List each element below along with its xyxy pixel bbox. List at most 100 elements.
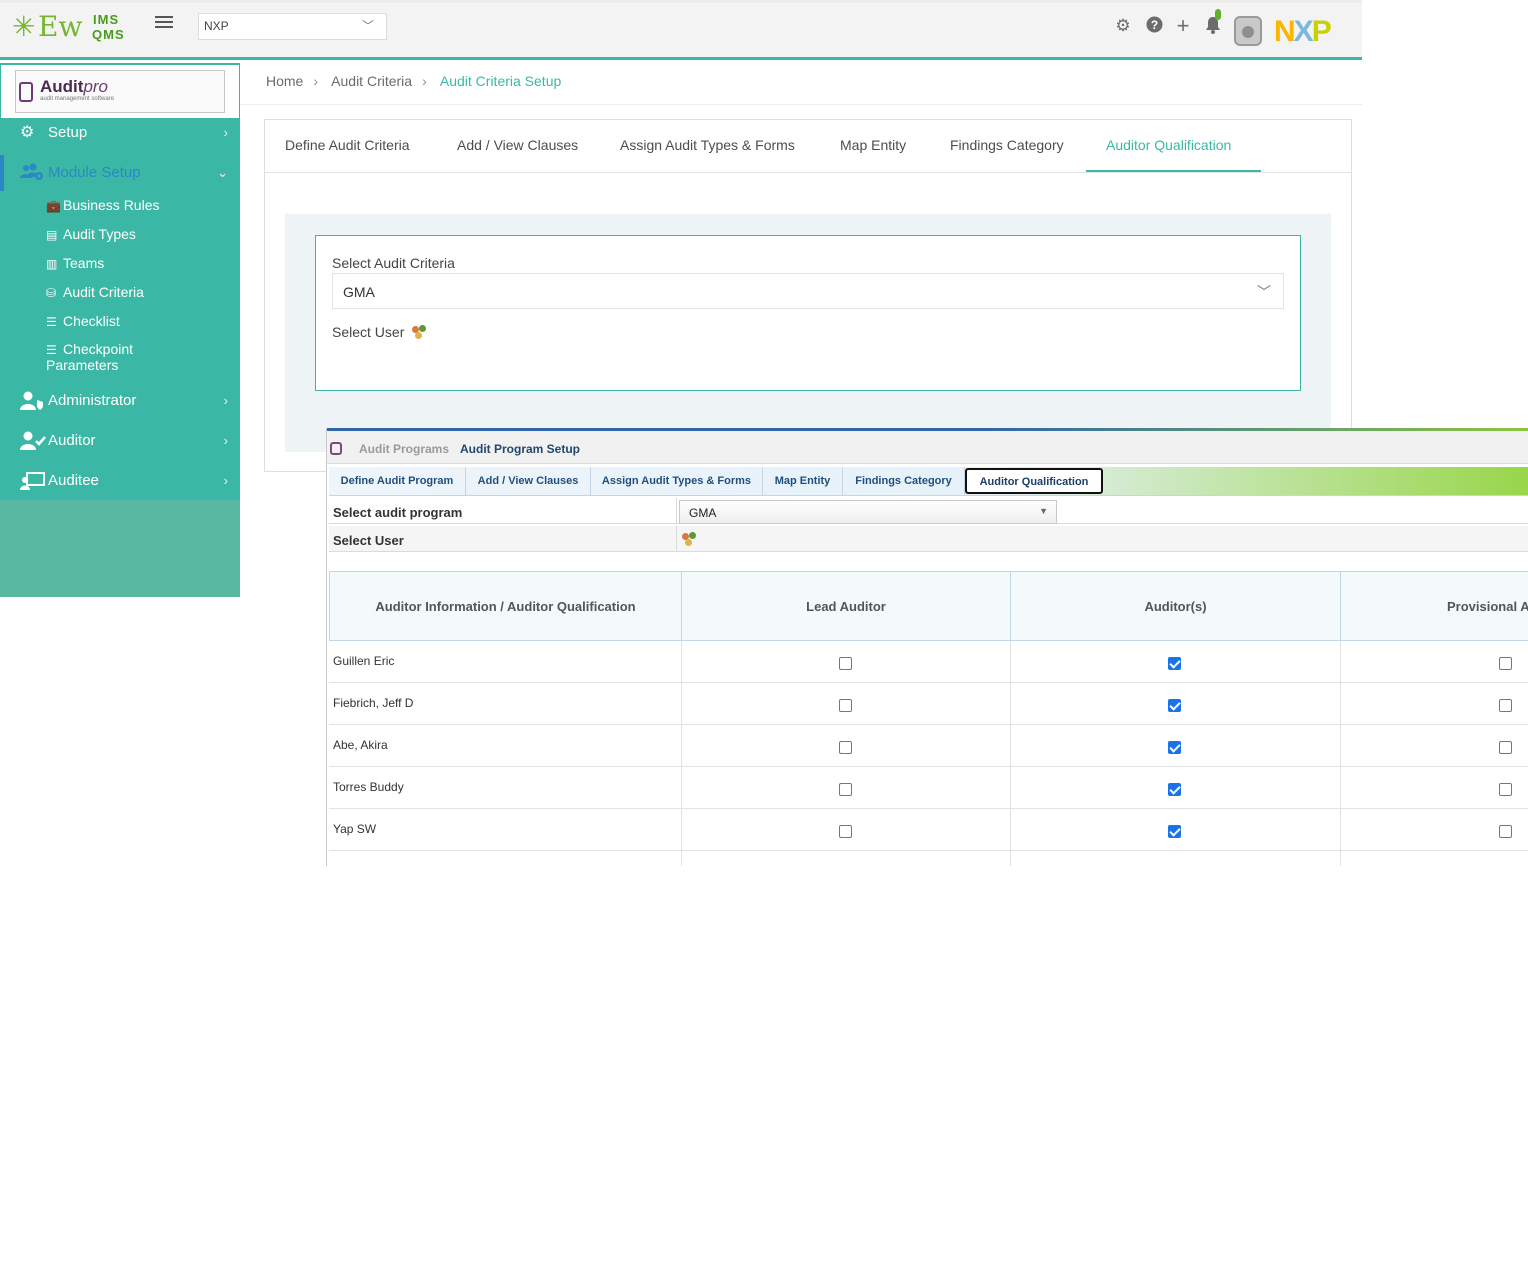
provisional-auditor-checkbox[interactable] [1499, 783, 1512, 796]
notification-badge [1215, 9, 1221, 20]
legacy-breadcrumb: Audit Programs Audit Program Setup [327, 431, 1528, 464]
legacy-tab-auditor-qualification[interactable]: Auditor Qualification [965, 468, 1103, 494]
menu-toggle-icon[interactable] [155, 13, 173, 29]
user-picker-icon[interactable] [682, 532, 698, 546]
tab-auditor-qualification[interactable]: Auditor Qualification [1106, 137, 1231, 153]
chalkboard-user-icon [20, 471, 45, 491]
tab-bar: Define Audit Criteria Add / View Clauses… [265, 120, 1351, 173]
auditor-name: Yap SW [333, 822, 377, 836]
sidebar-subitem-teams[interactable]: ▥ Teams [46, 255, 104, 271]
tasks-icon: ☰ [46, 343, 57, 357]
select-user-label: Select User [332, 324, 405, 340]
legacy-program-row: Select audit program GMA ▼ [329, 498, 1528, 524]
gear-icon[interactable]: ⚙ [1113, 16, 1133, 36]
divider [240, 104, 1362, 105]
audit-program-select[interactable]: GMA ▼ [679, 500, 1057, 524]
plus-icon[interactable]: + [1173, 15, 1193, 37]
legacy-tab-findings-category[interactable]: Findings Category [843, 467, 965, 495]
select-user-row: Select User [332, 324, 428, 340]
auditor-checkbox[interactable] [1168, 657, 1181, 670]
building-icon: ▥ [46, 257, 58, 271]
gear-icon: ⚙ [20, 124, 35, 141]
sidebar-item-administrator[interactable]: Administrator › [0, 383, 240, 419]
user-shield-icon [20, 391, 43, 411]
table-row: Abe, Akira [329, 725, 1528, 767]
clipboard-icon[interactable] [330, 442, 342, 455]
legacy-tab-add-view-clauses[interactable]: Add / View Clauses [466, 467, 591, 495]
legacy-tab-map-entity[interactable]: Map Entity [763, 467, 843, 495]
chevron-right-icon: › [422, 73, 427, 89]
sidebar-subitem-audit-types[interactable]: ▤ Audit Types [46, 226, 136, 242]
sidebar-item-setup[interactable]: ⚙ Setup › [0, 115, 240, 151]
table-row: Fiebrich, Jeff D [329, 683, 1528, 725]
organization-select-value: NXP [204, 19, 229, 33]
tab-define-audit-criteria[interactable]: Define Audit Criteria [285, 137, 410, 153]
auditpro-logo: Auditpro audit management software [1, 65, 239, 118]
audit-criteria-label: Select Audit Criteria [332, 255, 455, 271]
sidebar-item-auditee[interactable]: Auditee › [0, 463, 240, 499]
sidebar-subitem-audit-criteria[interactable]: ⛁ Audit Criteria [46, 284, 144, 300]
setup-card: Define Audit Criteria Add / View Clauses… [264, 119, 1352, 472]
legacy-tab-assign-audit-types-forms[interactable]: Assign Audit Types & Forms [591, 467, 763, 495]
lead-auditor-checkbox[interactable] [839, 699, 852, 712]
organization-select[interactable]: NXP ﹀ [198, 13, 387, 40]
auditor-checkbox[interactable] [1168, 699, 1181, 712]
tab-map-entity[interactable]: Map Entity [840, 137, 906, 153]
logo-text: Ew [38, 10, 83, 43]
legacy-screenshot-overlay: Audit Programs Audit Program Setup Defin… [326, 428, 1528, 866]
auditor-checkbox[interactable] [1168, 741, 1181, 754]
auditor-checkbox[interactable] [1168, 825, 1181, 838]
help-icon[interactable]: ? [1144, 16, 1164, 36]
audit-criteria-select[interactable]: GMA ﹀ [332, 273, 1284, 309]
tab-assign-audit-types-forms[interactable]: Assign Audit Types & Forms [620, 137, 795, 153]
auditor-name: Guillen Eric [333, 654, 395, 668]
user-picker-icon[interactable] [412, 325, 428, 339]
col-auditor-information: Auditor Information / Auditor Qualificat… [330, 572, 682, 640]
ewqms-logo[interactable]: ✳ Ew IMS QMS [12, 10, 124, 51]
sidebar-item-module-setup[interactable]: Module Setup ⌄ [0, 155, 240, 191]
select-audit-program-label: Select audit program [329, 498, 677, 523]
table-row: Torres Buddy [329, 767, 1528, 809]
provisional-auditor-checkbox[interactable] [1499, 741, 1512, 754]
chevron-right-icon: › [223, 125, 228, 140]
col-auditors: Auditor(s) [1011, 572, 1341, 640]
sidebar-footer [0, 500, 240, 597]
auditor-name: Fiebrich, Jeff D [333, 696, 414, 710]
sidebar-item-auditor[interactable]: Auditor › [0, 423, 240, 459]
chevron-right-icon: › [313, 73, 319, 89]
tab-findings-category[interactable]: Findings Category [950, 137, 1064, 153]
legacy-breadcrumb-parent[interactable]: Audit Programs [359, 442, 449, 456]
breadcrumb-home[interactable]: Home [266, 73, 303, 89]
sidebar: Auditpro audit management software ⚙ Set… [0, 63, 240, 597]
list-alt-icon: ▤ [46, 228, 58, 242]
auditor-checkbox[interactable] [1168, 783, 1181, 796]
legacy-tab-define-audit-program[interactable]: Define Audit Program [329, 467, 466, 495]
tab-add-view-clauses[interactable]: Add / View Clauses [457, 137, 578, 153]
chevron-down-icon: ﹀ [1257, 284, 1271, 300]
lead-auditor-checkbox[interactable] [839, 783, 852, 796]
provisional-auditor-checkbox[interactable] [1499, 699, 1512, 712]
user-check-icon [20, 431, 46, 451]
lead-auditor-checkbox[interactable] [839, 825, 852, 838]
chevron-down-icon: ⌄ [217, 165, 228, 180]
provisional-auditor-checkbox[interactable] [1499, 657, 1512, 670]
users-cog-icon [20, 163, 43, 183]
clipboard-icon [19, 82, 33, 102]
sidebar-subitem-checklist[interactable]: ☰ Checklist [46, 313, 120, 329]
list-icon: ☰ [46, 315, 57, 329]
svg-text:?: ? [1150, 18, 1157, 32]
col-provisional-auditor: Provisional A [1447, 599, 1528, 614]
breadcrumb-audit-criteria[interactable]: Audit Criteria [331, 73, 412, 89]
auditor-name: Torres Buddy [333, 780, 404, 794]
sidebar-subitem-business-rules[interactable]: 💼 Business Rules [46, 197, 160, 213]
provisional-auditor-checkbox[interactable] [1499, 825, 1512, 838]
active-tab-indicator [1086, 170, 1261, 172]
sidebar-subitem-checkpoint-parameters[interactable]: ☰ Checkpoint Parameters [46, 342, 133, 373]
lead-auditor-checkbox[interactable] [839, 657, 852, 670]
legacy-breadcrumb-current: Audit Program Setup [460, 442, 581, 456]
breadcrumb: Home › Audit Criteria › Audit Criteria Set… [266, 73, 571, 89]
table-row-partial [329, 851, 1528, 866]
lead-auditor-checkbox[interactable] [839, 741, 852, 754]
user-avatar[interactable] [1234, 16, 1262, 46]
table-row: Guillen Eric [329, 641, 1528, 683]
